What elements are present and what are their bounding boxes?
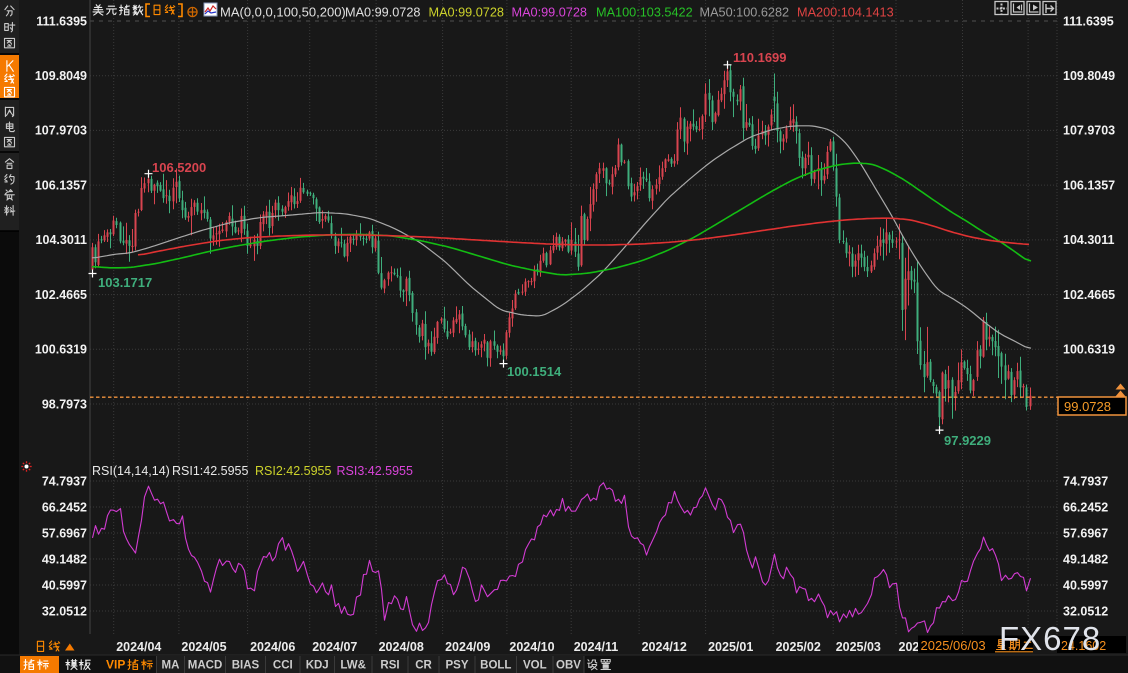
svg-text:LW&: LW& — [340, 660, 366, 672]
svg-text:2024/10: 2024/10 — [509, 640, 554, 654]
svg-text:100.1514: 100.1514 — [507, 364, 562, 379]
svg-text:111.6395: 111.6395 — [1063, 14, 1114, 28]
svg-text:2024/06: 2024/06 — [250, 640, 295, 654]
svg-text:VIP: VIP — [106, 658, 125, 672]
svg-text:2024/07: 2024/07 — [312, 640, 357, 654]
svg-text:MA0:99.0728: MA0:99.0728 — [429, 6, 504, 20]
svg-text:106.1357: 106.1357 — [1063, 178, 1115, 192]
svg-text:107.9703: 107.9703 — [1063, 124, 1115, 138]
svg-text:MA: MA — [162, 660, 180, 672]
svg-text:111.6395: 111.6395 — [36, 14, 87, 28]
svg-text:2024/04: 2024/04 — [116, 640, 161, 654]
svg-text:57.6967: 57.6967 — [42, 526, 87, 540]
svg-text:100.6319: 100.6319 — [35, 343, 87, 357]
svg-text:2025/03: 2025/03 — [836, 640, 881, 654]
svg-text:RSI: RSI — [380, 660, 399, 672]
svg-text:104.3011: 104.3011 — [36, 233, 87, 247]
svg-text:109.8049: 109.8049 — [1063, 69, 1115, 83]
svg-text:49.1482: 49.1482 — [42, 552, 87, 566]
svg-text:CR: CR — [415, 660, 432, 672]
svg-text:107.9703: 107.9703 — [35, 124, 87, 138]
svg-text:32.0512: 32.0512 — [42, 604, 87, 618]
svg-text:100.6319: 100.6319 — [1063, 343, 1115, 357]
svg-text:2024/09: 2024/09 — [445, 640, 490, 654]
svg-text:MA200:104.1413: MA200:104.1413 — [797, 6, 894, 20]
svg-text:2025/01: 2025/01 — [708, 640, 753, 654]
svg-text:RSI3:42.5955: RSI3:42.5955 — [337, 464, 413, 478]
svg-text:102.4665: 102.4665 — [1063, 288, 1115, 302]
svg-text:40.5997: 40.5997 — [42, 578, 87, 592]
svg-text:MA50:100.6282: MA50:100.6282 — [700, 6, 790, 20]
svg-text:MA(0,0,0,100,50,200): MA(0,0,0,100,50,200) — [220, 5, 346, 20]
svg-text:99.0728: 99.0728 — [1064, 399, 1111, 414]
svg-text:57.6967: 57.6967 — [1063, 526, 1108, 540]
svg-text:49.1482: 49.1482 — [1063, 552, 1108, 566]
svg-text:110.1699: 110.1699 — [733, 50, 787, 65]
svg-text:40.5997: 40.5997 — [1063, 578, 1108, 592]
svg-text:32.0512: 32.0512 — [1063, 604, 1108, 618]
svg-text:2025/02: 2025/02 — [776, 640, 821, 654]
svg-text:2024/08: 2024/08 — [379, 640, 424, 654]
svg-text:102.4665: 102.4665 — [35, 288, 87, 302]
svg-text:103.1717: 103.1717 — [98, 275, 152, 290]
svg-text:BOLL: BOLL — [480, 660, 511, 672]
svg-text:VOL: VOL — [523, 660, 547, 672]
svg-text:66.2452: 66.2452 — [42, 500, 87, 514]
svg-text:2024/11: 2024/11 — [574, 640, 619, 654]
svg-text:PSY: PSY — [445, 660, 468, 672]
svg-text:MA0:99.0728: MA0:99.0728 — [345, 6, 420, 20]
svg-text:98.7973: 98.7973 — [42, 397, 87, 411]
svg-text:FX678: FX678 — [999, 620, 1101, 657]
svg-text:CCI: CCI — [273, 660, 293, 672]
svg-text:KDJ: KDJ — [306, 660, 329, 672]
svg-text:97.9229: 97.9229 — [944, 433, 991, 448]
svg-text:2025/06/03: 2025/06/03 — [921, 638, 986, 653]
svg-text:MACD: MACD — [188, 660, 223, 672]
svg-text:106.1357: 106.1357 — [35, 178, 87, 192]
svg-text:RSI1:42.5955: RSI1:42.5955 — [172, 464, 248, 478]
svg-text:MA0:99.0728: MA0:99.0728 — [512, 6, 587, 20]
svg-text:OBV: OBV — [556, 660, 581, 672]
svg-text:74.7937: 74.7937 — [42, 474, 87, 488]
svg-text:MA100:103.5422: MA100:103.5422 — [596, 6, 693, 20]
svg-text:109.8049: 109.8049 — [35, 69, 87, 83]
svg-text:104.3011: 104.3011 — [1063, 233, 1114, 247]
svg-text:2024/12: 2024/12 — [642, 640, 687, 654]
svg-text:106.5200: 106.5200 — [152, 160, 206, 175]
svg-text:2024/05: 2024/05 — [181, 640, 226, 654]
svg-text:RSI2:42.5955: RSI2:42.5955 — [255, 464, 331, 478]
svg-text:74.7937: 74.7937 — [1063, 474, 1108, 488]
svg-text:BIAS: BIAS — [232, 660, 260, 672]
svg-text:RSI(14,14,14): RSI(14,14,14) — [92, 464, 170, 478]
svg-text:66.2452: 66.2452 — [1063, 500, 1108, 514]
